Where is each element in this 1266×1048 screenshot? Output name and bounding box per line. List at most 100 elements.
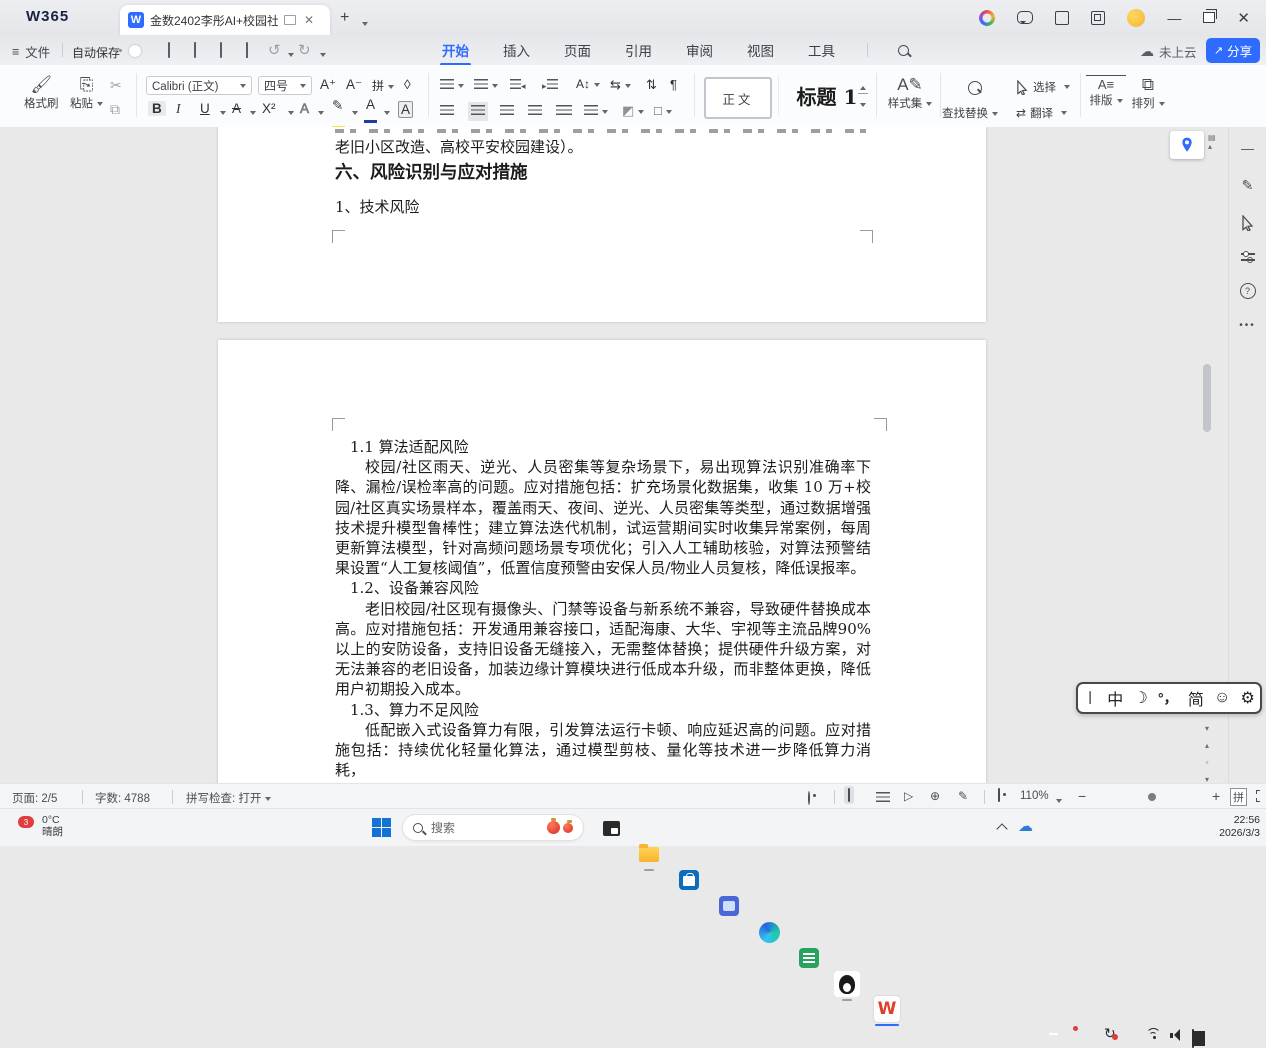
page-2[interactable]: 1.1 算法适配风险 校园/社区雨天、逆光、人员密集等复杂场景下，易出现算法识别… (218, 340, 986, 783)
text-effects-dropdown-icon[interactable] (314, 107, 324, 119)
tab-list-dropdown-icon[interactable] (358, 15, 368, 33)
ime-mode-chinese[interactable]: 中 (1107, 686, 1123, 710)
phonetic-guide-icon[interactable]: 拼 (372, 77, 394, 94)
find-icon[interactable] (968, 81, 982, 95)
bold-button[interactable]: B (148, 101, 166, 116)
arrange-button[interactable]: ⧉ 排列 (1128, 75, 1168, 111)
qq-icon[interactable] (834, 971, 860, 997)
share-button[interactable]: ↗ 分享 (1206, 38, 1260, 63)
search-commands-icon[interactable] (898, 45, 909, 56)
tab-view[interactable]: 视图 (745, 36, 776, 64)
align-center-icon[interactable] (468, 102, 488, 121)
font-color-button[interactable]: A (364, 99, 377, 123)
tray-expand-chevron-icon[interactable] (996, 823, 1007, 834)
previous-page-icon[interactable]: ▴ (1205, 741, 1209, 750)
font-name-select[interactable]: Calibri (正文) (146, 76, 252, 95)
character-shading-button[interactable]: A (398, 101, 413, 118)
align-left-icon[interactable] (440, 105, 454, 118)
paste-button[interactable]: ⎘ 粘贴 (70, 75, 103, 111)
edge-browser-icon[interactable] (756, 919, 782, 945)
strikethrough-button[interactable]: A (232, 101, 241, 116)
style-gallery-down-icon[interactable] (860, 99, 866, 111)
feedback-icon[interactable] (1017, 11, 1033, 24)
justify-icon[interactable] (528, 105, 542, 118)
outline-view-icon[interactable] (876, 792, 890, 805)
bullet-list-icon[interactable] (440, 79, 464, 92)
eye-protect-icon[interactable] (808, 791, 810, 805)
tab-insert[interactable]: 插入 (501, 36, 532, 64)
zoom-in-button[interactable]: + (1212, 788, 1220, 804)
ime-emoji-icon[interactable]: ☺ (1214, 689, 1230, 707)
tab-review[interactable]: 审阅 (684, 36, 715, 64)
text-direction-icon[interactable]: A↕ (576, 77, 600, 91)
web-view-icon[interactable]: ⊕ (930, 789, 940, 803)
docs-app-icon[interactable] (796, 945, 822, 971)
print-icon[interactable] (220, 42, 222, 58)
paragraph[interactable]: 校园/社区雨天、逆光、人员密集等复杂场景下，易出现算法识别准确率下降、漏检/误检… (335, 457, 871, 578)
underline-button[interactable]: U (200, 101, 210, 116)
typeset-button[interactable]: A≡ 排版 (1086, 75, 1126, 108)
user-avatar[interactable] (1127, 9, 1145, 27)
spellcheck-status[interactable]: 拼写检查: 打开 (186, 790, 271, 806)
save-icon[interactable] (168, 42, 170, 58)
style-set-button[interactable]: A✎ 样式集 (884, 75, 936, 111)
more-options-icon[interactable]: ••• (1239, 320, 1256, 331)
align-right-icon[interactable] (500, 105, 514, 118)
paragraph[interactable]: 老旧校园/社区现有摄像头、门禁等设备与新系统不兼容，导致硬件替换成本高。应对措施… (335, 599, 871, 700)
subsection-title[interactable]: 1.1 算法适配风险 (335, 437, 871, 457)
select-button[interactable]: 选择 (1016, 79, 1070, 95)
clear-format-eraser-icon[interactable]: ◊ (404, 77, 411, 92)
paragraph[interactable]: 低配嵌入式设备算力有限，引发算法运行卡顿、响应延迟高的问题。应对措施包括：持续优… (335, 720, 871, 781)
photos-app-icon[interactable] (716, 893, 742, 919)
print-preview-icon[interactable] (194, 42, 196, 58)
vertical-scrollbar[interactable] (1203, 364, 1211, 432)
grow-font-icon[interactable]: A⁺ (320, 77, 336, 93)
restore-window-button[interactable] (1203, 12, 1215, 23)
annotate-pen-icon[interactable]: ✎ (1242, 177, 1254, 194)
export-pdf-icon[interactable] (246, 42, 248, 58)
start-button[interactable] (372, 818, 391, 837)
location-pin-button[interactable] (1170, 131, 1204, 159)
close-window-button[interactable]: ✕ (1237, 9, 1250, 27)
highlight-color-button[interactable]: ✎ (332, 98, 345, 129)
battery-icon[interactable] (1192, 1029, 1194, 1048)
zoom-out-button[interactable]: − (1078, 788, 1086, 804)
style-heading1[interactable]: 标题 1 (788, 81, 866, 110)
superscript-dropdown-icon[interactable] (284, 107, 294, 119)
cloud-status[interactable]: ☁ 未上云 (1140, 42, 1197, 61)
scroll-down-icon[interactable]: ▾ (1205, 724, 1209, 733)
font-size-select[interactable]: 四号 (258, 76, 312, 95)
page-view-icon[interactable] (844, 786, 854, 804)
minimize-button[interactable]: — (1167, 10, 1181, 26)
text-effects-button[interactable]: A (300, 101, 309, 116)
apps-box-icon[interactable] (1091, 11, 1105, 25)
ime-simplified[interactable]: 简 (1188, 686, 1204, 710)
line-spacing-icon[interactable] (584, 105, 608, 118)
document-tab[interactable]: W 金数2402李彤AI+校园社区 ✕ (120, 5, 330, 35)
show-marks-icon[interactable]: ¶ (670, 77, 677, 92)
ime-settings-gear-icon[interactable]: ⚙ (1241, 688, 1255, 708)
increase-indent-icon[interactable]: ▸ (542, 79, 558, 92)
zoom-dropdown-icon[interactable] (1052, 795, 1062, 807)
close-tab-icon[interactable]: ✕ (304, 13, 314, 27)
cloud-sync-tray-icon[interactable]: ☁ (1018, 817, 1033, 835)
numbered-list-icon[interactable] (474, 79, 498, 92)
zoom-level[interactable]: 110% (1020, 790, 1049, 802)
undo-icon[interactable]: ↺ (268, 41, 281, 59)
more-quick-actions-icon[interactable] (316, 47, 326, 61)
file-menu[interactable]: ≡ 文件 (12, 42, 50, 61)
shading-icon[interactable]: ◩ (622, 103, 644, 119)
distribute-icon[interactable] (556, 105, 572, 118)
focus-mode-icon[interactable] (998, 788, 1000, 802)
tab-page[interactable]: 页面 (562, 36, 593, 64)
tab-home[interactable]: 开始 (440, 36, 471, 64)
tab-reference[interactable]: 引用 (623, 36, 654, 64)
subsection-title[interactable]: 1.3、算力不足风险 (335, 700, 871, 720)
window-manager-icon[interactable] (1055, 11, 1069, 25)
section-heading[interactable]: 六、风险识别与应对措施 (335, 163, 875, 183)
style-normal[interactable]: 正文 (704, 77, 772, 119)
app-logo[interactable]: W365 (26, 8, 69, 25)
pinyin-tool-badge[interactable]: 拼 (1230, 788, 1247, 806)
list-item[interactable]: 1、技术风险 (335, 197, 875, 217)
task-view-button[interactable] (598, 815, 624, 841)
